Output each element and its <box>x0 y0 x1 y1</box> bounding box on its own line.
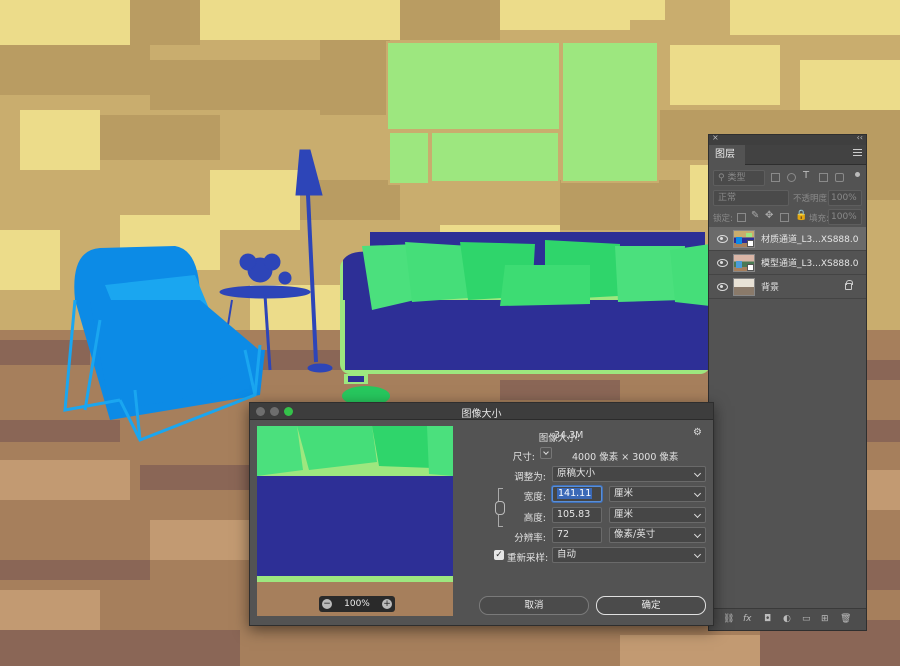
layer-name: 材质通道_L3...XS888.0 <box>761 235 859 245</box>
image-preview[interactable]: − 100% + <box>257 426 453 616</box>
settings-gear-icon[interactable]: ⚙ <box>693 427 702 438</box>
close-panel-icon[interactable]: × <box>712 133 719 142</box>
filter-adjustment-icon[interactable] <box>787 173 796 182</box>
panel-menu-icon[interactable] <box>853 149 862 159</box>
zoom-in-icon[interactable]: + <box>382 599 392 609</box>
lock-transparent-icon[interactable] <box>737 213 746 222</box>
visibility-eye-icon[interactable] <box>717 234 728 243</box>
width-unit-select[interactable]: 厘米 <box>609 486 706 502</box>
layers-panel: × ‹‹ 图层 ⚲ 类型 T 正常 不透明度: 100% 锁定: ✎ ✥ 🔒 填… <box>708 133 867 631</box>
height-unit-select[interactable]: 厘米 <box>609 507 706 523</box>
width-input[interactable]: 141.11 <box>552 486 602 502</box>
ok-button[interactable]: 确定 <box>596 596 706 615</box>
filter-shape-icon[interactable] <box>819 173 828 182</box>
filter-pixel-icon[interactable] <box>771 173 780 182</box>
lock-all-icon[interactable]: 🔒 <box>795 210 807 221</box>
fx-icon[interactable]: fx <box>743 614 752 624</box>
trash-icon[interactable]: 🗑 <box>840 614 851 624</box>
fill-input[interactable]: 100% <box>828 209 862 225</box>
panel-top-bar: × ‹‹ <box>709 133 866 145</box>
dimensions-label: 尺寸: <box>512 452 535 463</box>
kind-filter-select[interactable]: ⚲ 类型 <box>713 170 765 186</box>
filter-type-icon[interactable]: T <box>803 170 809 181</box>
height-label: 高度: <box>523 513 546 524</box>
lock-position-icon[interactable]: ✥ <box>765 210 773 221</box>
visibility-eye-icon[interactable] <box>717 258 728 267</box>
folder-icon[interactable]: ▭ <box>802 614 811 624</box>
panel-tab-row: 图层 <box>709 145 866 165</box>
chevron-down-icon <box>543 449 549 455</box>
adjustment-icon[interactable]: ◐ <box>783 614 791 624</box>
resolution-unit-select[interactable]: 像素/英寸 <box>609 527 706 543</box>
filter-smartobject-icon[interactable] <box>835 173 844 182</box>
layer-name: 模型通道_L3...XS888.0 <box>761 259 859 269</box>
layer-thumbnail <box>733 230 755 248</box>
fit-to-select[interactable]: 原稿大小 <box>552 466 706 482</box>
new-layer-icon[interactable]: ⊞ <box>821 614 829 624</box>
layer-thumbnail <box>733 254 755 272</box>
layers-bottom-bar: ⛓ fx ◘ ◐ ▭ ⊞ 🗑 <box>709 608 866 630</box>
dimensions-unit-toggle[interactable] <box>540 447 552 459</box>
fit-to-label: 调整为: <box>514 472 546 483</box>
dialog-title: 图像大小 <box>461 409 502 420</box>
kind-filter-label: 类型 <box>727 173 746 183</box>
resolution-input[interactable]: 72 <box>552 527 602 543</box>
resolution-label: 分辨率: <box>514 533 546 544</box>
link-icon[interactable]: ⛓ <box>723 614 734 624</box>
width-value: 141.11 <box>557 488 593 499</box>
resample-label: 重新采样: <box>507 553 549 564</box>
preview-zoom-control: − 100% + <box>319 596 395 612</box>
blend-mode-select[interactable]: 正常 <box>713 190 789 206</box>
dialog-titlebar: 图像大小 <box>250 403 713 420</box>
tab-layers[interactable]: 图层 <box>709 145 745 165</box>
zoom-out-icon[interactable]: − <box>322 599 332 609</box>
zoom-level: 100% <box>344 599 370 609</box>
width-label: 宽度: <box>523 492 546 503</box>
height-input[interactable]: 105.83 <box>552 507 602 523</box>
opacity-input[interactable]: 100% <box>828 190 862 206</box>
lock-icon <box>845 280 853 290</box>
preview-illustration <box>257 426 453 616</box>
layer-row-background[interactable]: 背景 <box>709 275 866 299</box>
layer-thumbnail <box>733 278 755 296</box>
image-size-dialog: 图像大小 − 100% + 图像大小: 34.3M ⚙ 尺寸: 4000 像素 … <box>249 402 714 626</box>
mask-icon[interactable]: ◘ <box>764 614 771 624</box>
resample-checkbox[interactable]: ✓ <box>494 550 504 560</box>
visibility-eye-icon[interactable] <box>717 282 728 291</box>
fill-label: 填充: <box>809 214 829 224</box>
layer-row-material[interactable]: 材质通道_L3...XS888.0 <box>709 227 866 251</box>
lock-paint-icon[interactable]: ✎ <box>751 210 759 221</box>
cancel-button[interactable]: 取消 <box>479 596 589 615</box>
resample-select[interactable]: 自动 <box>552 547 706 563</box>
layer-name: 背景 <box>761 283 780 293</box>
lock-artboard-icon[interactable] <box>780 213 789 222</box>
opacity-label: 不透明度: <box>793 194 830 204</box>
lock-label: 锁定: <box>713 214 733 224</box>
layer-row-model[interactable]: 模型通道_L3...XS888.0 <box>709 251 866 275</box>
collapse-panel-icon[interactable]: ‹‹ <box>857 133 863 142</box>
search-icon: ⚲ <box>718 173 725 183</box>
image-size-value: 34.3M <box>554 430 584 441</box>
filter-toggle-icon[interactable] <box>855 172 860 177</box>
dimensions-value: 4000 像素 × 3000 像素 <box>572 452 679 463</box>
